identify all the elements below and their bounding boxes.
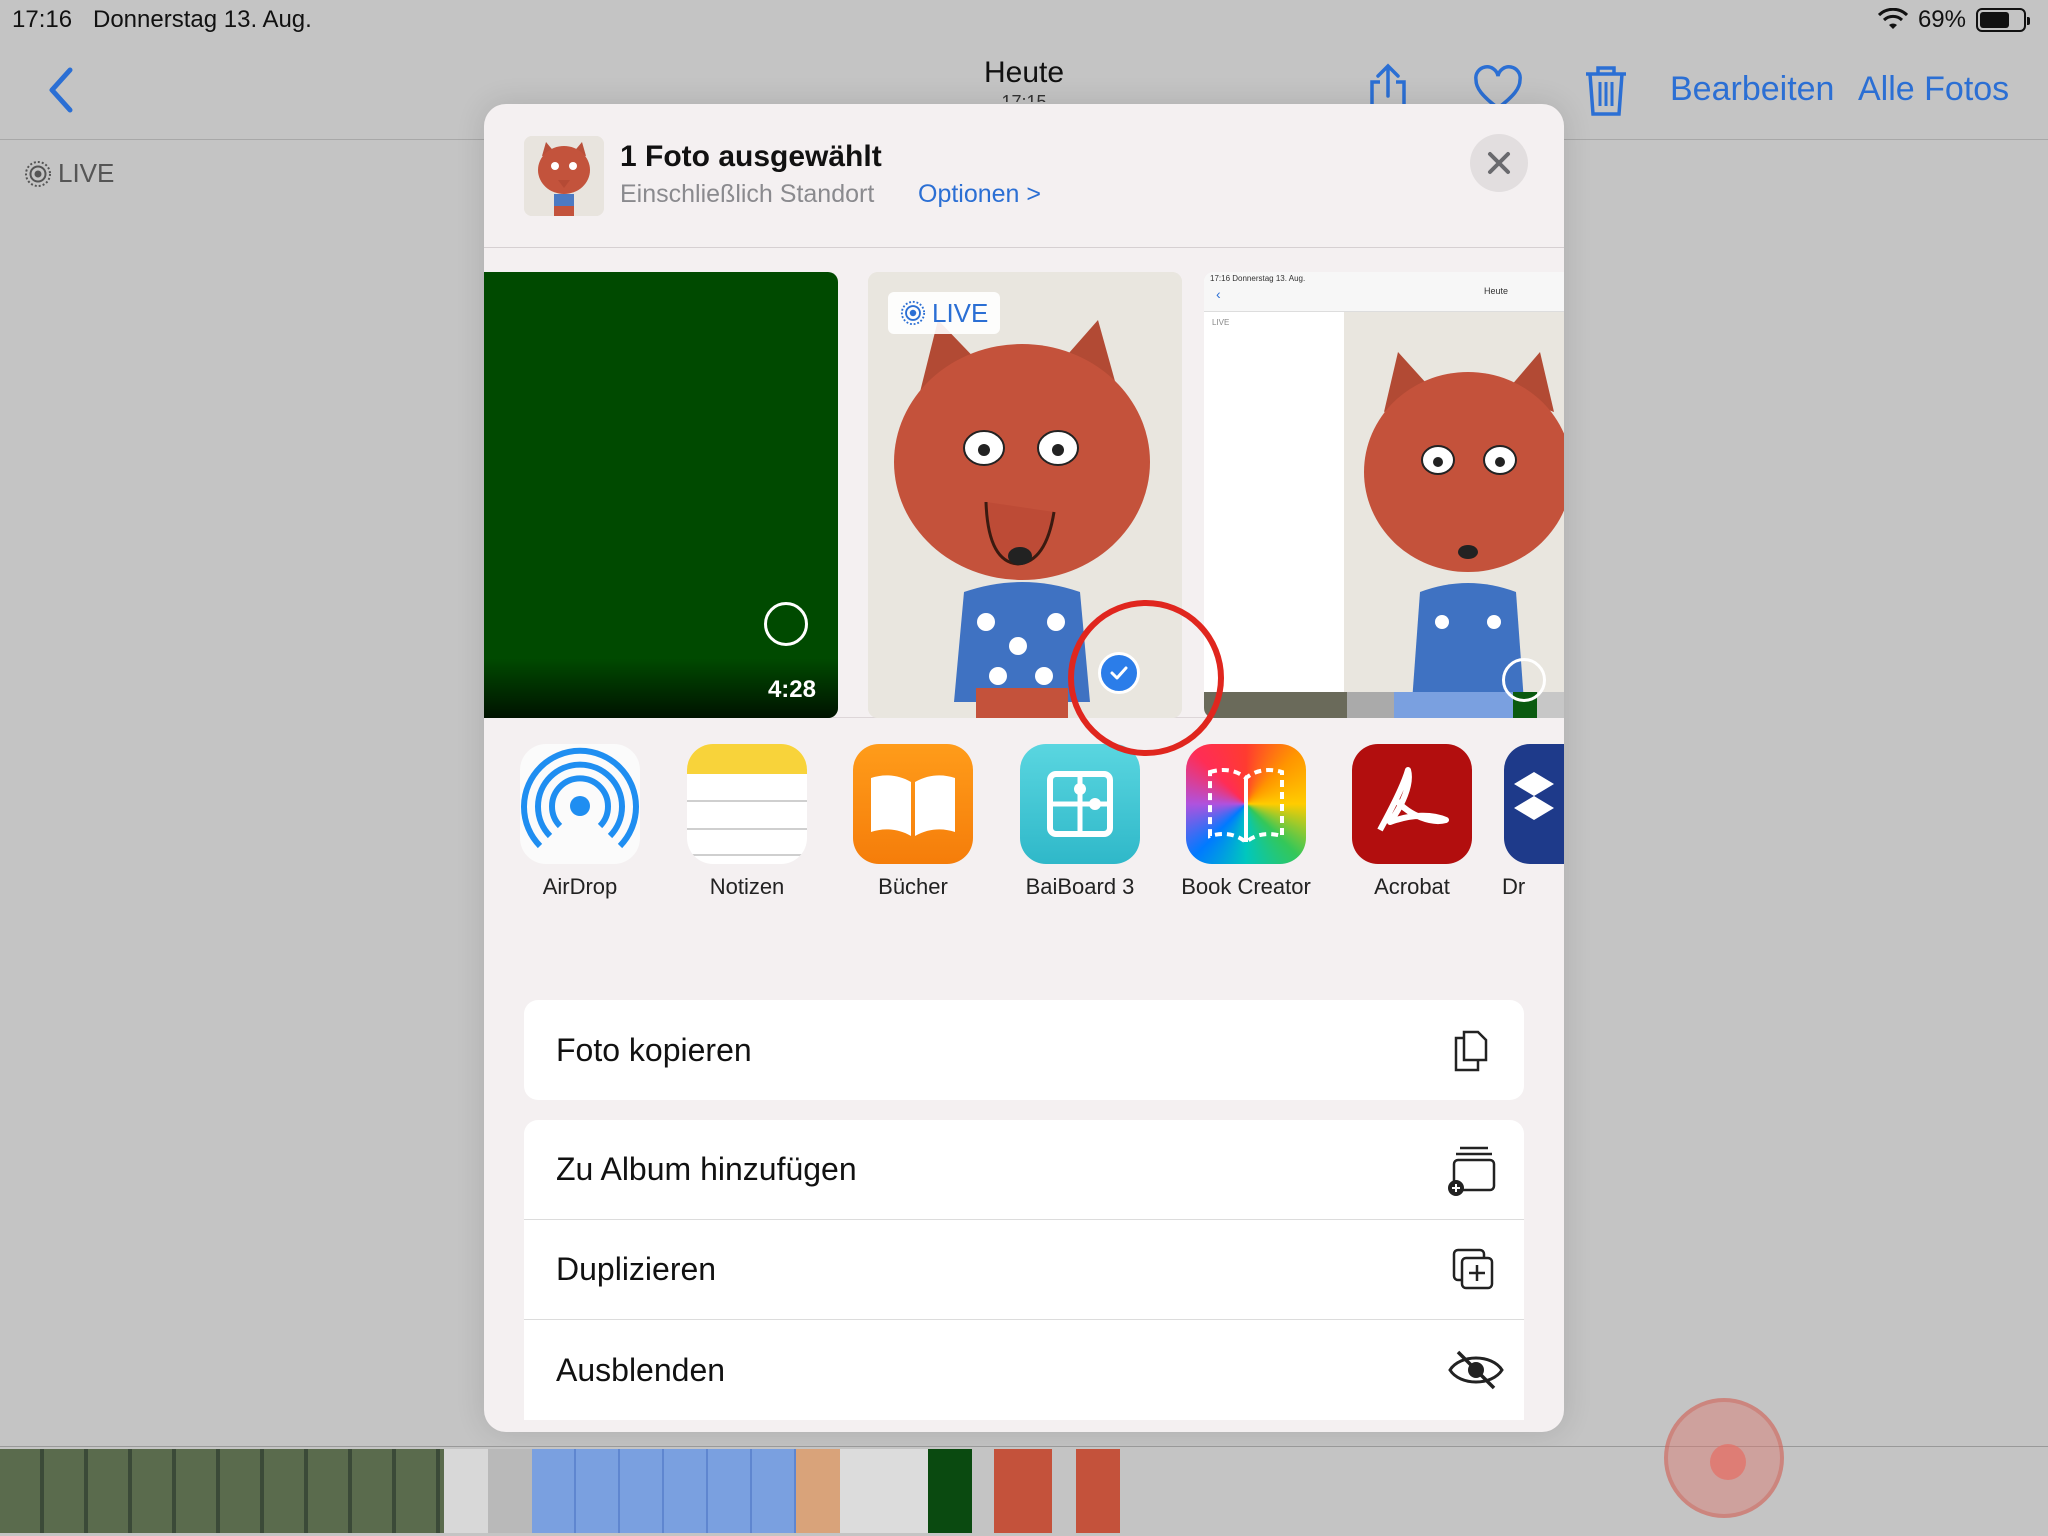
app-label: Dr bbox=[1502, 874, 1526, 899]
select-circle[interactable] bbox=[1502, 658, 1546, 702]
edit-button[interactable]: Bearbeiten bbox=[1670, 70, 1834, 109]
mini-navbar: 17:16 Donnerstag 13. Aug. Heute ‹ bbox=[1204, 272, 1564, 312]
book-creator-icon bbox=[1186, 744, 1306, 864]
app-label: Book Creator bbox=[1181, 874, 1311, 899]
mini-live: LIVE bbox=[1212, 318, 1230, 327]
filmstrip-group-outdoor[interactable] bbox=[0, 1449, 444, 1533]
action-label: Ausblenden bbox=[556, 1351, 726, 1388]
delete-button[interactable] bbox=[1580, 62, 1632, 118]
battery-percent: 69% bbox=[1917, 6, 1966, 33]
live-photo-icon bbox=[25, 160, 51, 187]
duplicate-icon bbox=[1446, 1244, 1498, 1296]
airdrop-icon bbox=[520, 744, 640, 864]
mini-fox bbox=[1344, 312, 1564, 702]
wifi-icon bbox=[1877, 8, 1908, 29]
status-date: Donnerstag 13. Aug. bbox=[93, 6, 312, 33]
app-dropbox[interactable]: Dr bbox=[1484, 744, 1564, 900]
status-right: 69% bbox=[1877, 6, 2030, 34]
app-baiboard[interactable]: BaiBoard 3 bbox=[1005, 744, 1155, 900]
acrobat-icon bbox=[1352, 744, 1472, 864]
live-photo-icon bbox=[900, 300, 926, 326]
status-time: 17:16 bbox=[12, 6, 73, 33]
filmstrip-thumb-fox[interactable] bbox=[994, 1449, 1052, 1533]
share-subtitle: Einschließlich Standort bbox=[620, 180, 875, 208]
baiboard-icon bbox=[1020, 744, 1140, 864]
select-circle[interactable] bbox=[764, 602, 808, 646]
action-hide[interactable]: Ausblenden bbox=[524, 1320, 1524, 1420]
action-duplicate[interactable]: Duplizieren bbox=[524, 1220, 1524, 1320]
app-acrobat[interactable]: Acrobat bbox=[1337, 744, 1487, 900]
mini-status: 17:16 Donnerstag 13. Aug. bbox=[1210, 274, 1306, 283]
filmstrip-thumb[interactable] bbox=[444, 1449, 488, 1533]
action-label: Foto kopieren bbox=[556, 1031, 752, 1068]
close-button[interactable] bbox=[1470, 134, 1528, 192]
action-group-copy: Foto kopieren bbox=[524, 1000, 1524, 1100]
app-label: Acrobat bbox=[1374, 874, 1450, 899]
hide-eye-icon bbox=[1446, 1344, 1504, 1396]
fox-drawing bbox=[524, 136, 604, 216]
video-duration: 4:28 bbox=[767, 676, 816, 703]
app-label: AirDrop bbox=[542, 874, 618, 899]
copy-icon bbox=[1446, 1024, 1498, 1076]
live-indicator[interactable]: LIVE bbox=[24, 158, 114, 189]
app-label: Bücher bbox=[878, 874, 948, 899]
apps-row: AirDrop Notizen Bücher BaiBoard 3 Book C… bbox=[484, 744, 1564, 924]
dropbox-icon bbox=[1504, 744, 1564, 864]
assistive-touch-button[interactable] bbox=[1664, 1398, 1784, 1518]
status-bar: 17:16 Donnerstag 13. Aug. 69% bbox=[0, 0, 2048, 40]
mini-back-icon: ‹ bbox=[1216, 286, 1221, 302]
add-album-icon bbox=[1446, 1144, 1498, 1196]
battery-icon bbox=[1976, 8, 2030, 32]
app-notes[interactable]: Notizen bbox=[672, 744, 822, 900]
action-label: Duplizieren bbox=[556, 1251, 717, 1287]
filmstrip-thumb[interactable] bbox=[840, 1449, 928, 1533]
action-add-to-album[interactable]: Zu Album hinzufügen bbox=[524, 1120, 1524, 1220]
share-sheet: 1 Foto ausgewählt Einschließlich Standor… bbox=[484, 104, 1564, 1432]
books-icon bbox=[853, 744, 973, 864]
filmstrip-thumb[interactable] bbox=[488, 1449, 532, 1533]
share-title: 1 Foto ausgewählt bbox=[620, 140, 882, 173]
video-thumbnail[interactable]: 4:28 bbox=[484, 272, 838, 718]
app-label: BaiBoard 3 bbox=[1025, 874, 1135, 899]
assistive-touch-dot bbox=[1710, 1444, 1746, 1480]
app-airdrop[interactable]: AirDrop bbox=[505, 744, 655, 900]
action-group-main: Zu Album hinzufügen Duplizieren Ausblend… bbox=[524, 1120, 1524, 1420]
notes-icon bbox=[687, 744, 807, 864]
action-label: Zu Album hinzufügen bbox=[556, 1151, 857, 1187]
all-photos-button[interactable]: Alle Fotos bbox=[1858, 70, 2009, 109]
share-sheet-header: 1 Foto ausgewählt Einschließlich Standor… bbox=[484, 104, 1564, 248]
app-label: Notizen bbox=[709, 874, 785, 899]
battery-fill bbox=[1980, 12, 2009, 28]
photo-picker-strip: 4:28 LIVE 17:16 Donnerstag 13. Aug. Heut… bbox=[484, 272, 1564, 718]
app-book-creator[interactable]: Book Creator bbox=[1171, 744, 1321, 900]
filmstrip-group-screens[interactable] bbox=[532, 1449, 796, 1533]
action-copy-photo[interactable]: Foto kopieren bbox=[524, 1000, 1524, 1100]
trash-icon bbox=[1586, 66, 1626, 116]
selected-photo-thumbnail bbox=[524, 136, 604, 216]
filmstrip-thumb[interactable] bbox=[796, 1449, 840, 1533]
highlight-annotation-circle bbox=[1068, 600, 1224, 756]
fox-drawing-mini bbox=[1364, 352, 1564, 702]
mini-title: Heute bbox=[1484, 286, 1509, 296]
live-chip-label: LIVE bbox=[932, 297, 989, 328]
filmstrip-thumb-fox[interactable] bbox=[1076, 1449, 1120, 1533]
screenshot-thumbnail[interactable]: 17:16 Donnerstag 13. Aug. Heute ‹ LIVE bbox=[1204, 272, 1564, 718]
filmstrip-thumb-video[interactable] bbox=[928, 1449, 972, 1533]
live-chip: LIVE bbox=[888, 292, 1001, 334]
live-label: LIVE bbox=[58, 158, 115, 188]
close-icon bbox=[1488, 152, 1510, 174]
app-books[interactable]: Bücher bbox=[838, 744, 988, 900]
options-link[interactable]: Optionen > bbox=[918, 180, 1041, 209]
